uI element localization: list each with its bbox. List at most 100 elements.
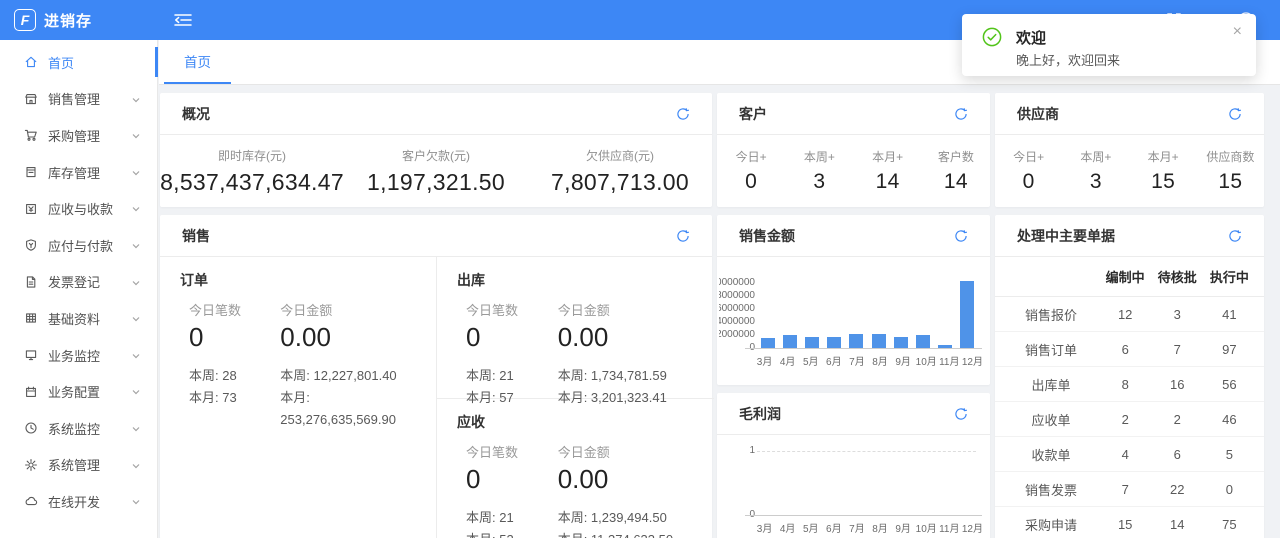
doc-count-cell: 7 <box>1121 481 1129 497</box>
stat-label: 本月+ <box>1147 150 1179 164</box>
x-axis-tick: 6月 <box>826 357 842 368</box>
table-row[interactable]: 出库单 8 16 56 <box>995 367 1264 402</box>
section-title: 出库 <box>457 272 485 288</box>
sidebar-item-gear[interactable]: 系统管理 <box>0 447 157 484</box>
today-count-label: 今日笔数 <box>189 303 242 318</box>
tab-home[interactable]: 首页 <box>164 40 231 84</box>
refresh-icon[interactable] <box>676 107 690 121</box>
sidebar-menu: 首页 销售管理 采购管理 库存管理 应收与收款 应付与付款发票登记基础资料 业务监控业务配置… <box>0 44 158 520</box>
sidebar-item-shop[interactable]: 销售管理 <box>0 81 157 118</box>
menu-fold-icon[interactable] <box>174 12 192 28</box>
table-row[interactable]: 销售订单 6 7 97 <box>995 332 1264 367</box>
doc-count-cell: 22 <box>1170 481 1185 497</box>
x-axis-tick: 10月 <box>915 357 937 368</box>
bar[interactable] <box>959 281 974 348</box>
y-axis-tick: 8000000 <box>719 290 755 301</box>
sidebar-item-invoice[interactable]: 发票登记 <box>0 264 157 301</box>
x-axis-tick: 8月 <box>872 524 888 535</box>
x-axis-labels: 3月 4月 5月 6月 7月 8月 9月 10月 11月 12月 <box>753 353 984 368</box>
stat-item: 本月+ 14 <box>854 148 922 194</box>
bar[interactable] <box>871 334 886 348</box>
refresh-icon[interactable] <box>1228 107 1242 121</box>
refresh-icon[interactable] <box>954 107 968 121</box>
x-axis-tick: 12月 <box>961 357 983 368</box>
sidebar-item-inventory[interactable]: 库存管理 <box>0 154 157 191</box>
gross-profit-card: 毛利润 1 0 3月 4月 5月 6月 7月 8月 9月 10月 11月 12月 <box>717 393 990 538</box>
gear-icon <box>25 458 37 471</box>
sidebar-item-cloud[interactable]: 在线开发 <box>0 483 157 520</box>
card-title: 销售金额 <box>739 227 795 244</box>
bar[interactable] <box>893 337 908 348</box>
x-axis-tick: 5月 <box>802 357 819 368</box>
card-title: 毛利润 <box>739 405 781 422</box>
week-month-counts: 本周: 21本月: 52 <box>466 510 514 538</box>
x-axis-tick: 4月 <box>779 357 796 368</box>
doc-count-cell: 12 <box>1117 306 1133 322</box>
sidebar-item-gauge[interactable]: 系统监控 <box>0 410 157 447</box>
stat-value: 0 <box>745 170 758 193</box>
toast-message: 晚上好，欢迎回来 <box>1016 53 1121 68</box>
bar-slot <box>757 338 779 348</box>
sidebar-item-label: 系统管理 <box>48 458 101 474</box>
config-icon <box>26 386 36 397</box>
table-row[interactable]: 采购申请 15 14 75 <box>995 507 1264 538</box>
stat-item: 供应商数 15 <box>1197 148 1264 194</box>
table-row[interactable]: 销售发票 7 22 0 <box>995 472 1264 507</box>
suppliers-stats: 今日+ 0 本周+ 3 本月+ 15 供应商数 15 <box>995 135 1264 207</box>
doc-type-cell: 出库单 <box>1031 377 1071 393</box>
doc-type-cell: 收款单 <box>1031 447 1071 463</box>
x-axis-tick: 11月 <box>939 524 960 535</box>
table-row[interactable]: 收款单 4 6 5 <box>995 437 1264 472</box>
sidebar-item-cart[interactable]: 采购管理 <box>0 117 157 154</box>
bar[interactable] <box>849 334 864 348</box>
refresh-icon[interactable] <box>954 407 968 421</box>
table-row[interactable]: 销售报价 12 3 41 <box>995 297 1264 332</box>
bar[interactable] <box>827 337 842 348</box>
refresh-icon[interactable] <box>676 229 690 243</box>
sales-section: 应收今日笔数 0 本周: 21本月: 52 今日金额 0.00 本周: 1,239,494… <box>437 398 714 538</box>
sidebar-item-config[interactable]: 业务配置 <box>0 373 157 410</box>
invoice-icon <box>26 276 36 288</box>
card-title: 供应商 <box>1017 105 1059 122</box>
section-title: 应收 <box>457 414 485 430</box>
sales-amount-card: 销售金额 02000000400000060000008000000100000… <box>717 215 990 385</box>
bar-slot <box>867 334 889 348</box>
bar[interactable] <box>937 345 952 348</box>
refresh-icon[interactable] <box>954 229 968 243</box>
bar[interactable] <box>915 335 930 348</box>
doc-count-cell: 6 <box>1173 446 1181 462</box>
today-count-value: 0 <box>466 322 481 352</box>
doc-count-cell: 15 <box>1117 516 1133 532</box>
sales-orders-column: 订单 今日笔数 0 本周: 28 本月: 73 今日金额 0.00 本周: 12,227,80… <box>160 257 437 538</box>
today-amount-label: 今日金额 <box>280 303 333 318</box>
toast-close-icon[interactable]: × <box>1233 24 1242 40</box>
doc-count-cell: 41 <box>1222 306 1237 322</box>
active-indicator <box>155 47 158 77</box>
stat-label: 供应商数 <box>1206 150 1255 164</box>
y-axis-tick: 2000000 <box>719 329 755 340</box>
sidebar-item-receive[interactable]: 应收与收款 <box>0 190 157 227</box>
stat-label: 欠供应商(元) <box>586 148 654 163</box>
app-logo[interactable]: F 进销存 <box>14 9 92 31</box>
doc-count-cell: 6 <box>1121 341 1129 357</box>
stat-value: 1,197,321.50 <box>367 168 505 195</box>
refresh-icon[interactable] <box>1228 229 1242 243</box>
sidebar-item-pay[interactable]: 应付与付款 <box>0 227 157 264</box>
sidebar-item-label: 业务配置 <box>48 385 101 401</box>
card-title: 处理中主要单据 <box>1017 227 1115 244</box>
sidebar-item-home[interactable]: 首页 <box>0 44 158 81</box>
today-amount-value: 0.00 <box>557 464 609 494</box>
sidebar-item-monitor[interactable]: 业务监控 <box>0 337 157 374</box>
stat-label: 本月+ <box>872 150 904 164</box>
bar[interactable] <box>783 335 798 348</box>
x-axis-tick: 4月 <box>779 524 796 535</box>
sidebar-item-table[interactable]: 基础资料 <box>0 300 157 337</box>
today-amount-value: 0.00 <box>557 322 609 352</box>
sales-amount-chart: 02000000400000060000008000000100000003月4… <box>717 257 990 383</box>
table-row[interactable]: 应收单 2 2 46 <box>995 402 1264 437</box>
sidebar-item-label: 发票登记 <box>48 275 101 291</box>
success-check-icon <box>982 27 1002 47</box>
bar[interactable] <box>761 338 776 348</box>
sales-card: 销售 订单 今日笔数 0 本周: 28 本月: 73 今日金额 0.00 本周: 12,227… <box>160 215 714 538</box>
bar[interactable] <box>805 337 820 348</box>
